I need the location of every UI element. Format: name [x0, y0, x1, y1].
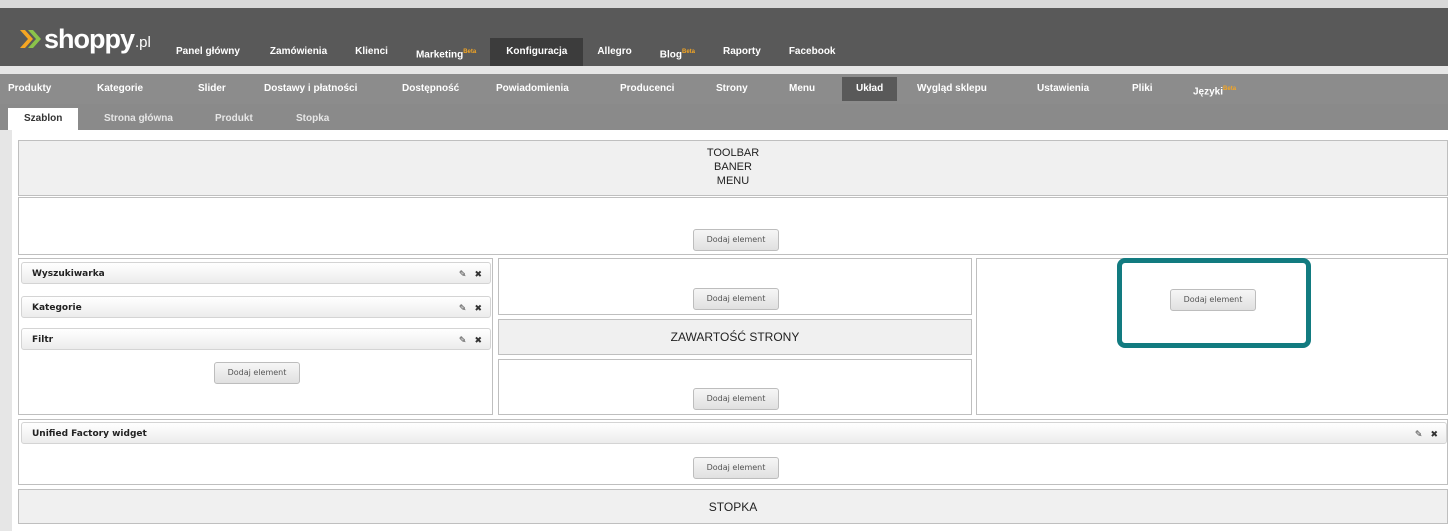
- sub-nav-wyglad-sklepu[interactable]: Wygląd sklepu: [917, 74, 987, 104]
- main-nav: Panel główny Zamówienia Klienci Marketin…: [162, 38, 850, 66]
- main-nav-marketing[interactable]: MarketingBeta: [402, 38, 490, 66]
- main-nav-klienci[interactable]: Klienci: [341, 38, 402, 66]
- page-content-block: ZAWARTOŚĆ STRONY: [498, 319, 972, 355]
- footer-block: STOPKA: [18, 489, 1448, 524]
- main-nav-facebook[interactable]: Facebook: [775, 38, 850, 66]
- center-top-zone: Dodaj element: [498, 258, 972, 315]
- sub-nav-ustawienia[interactable]: Ustawienia: [1037, 74, 1089, 104]
- sub-nav-producenci[interactable]: Producenci: [620, 74, 674, 104]
- tab-strona-glowna[interactable]: Strona główna: [104, 108, 173, 130]
- sub-nav-strony[interactable]: Strony: [716, 74, 748, 104]
- beta-badge: Beta: [682, 49, 696, 55]
- tab-stopka[interactable]: Stopka: [296, 108, 329, 130]
- tab-produkt[interactable]: Produkt: [215, 108, 253, 130]
- add-element-button[interactable]: Dodaj element: [693, 388, 779, 410]
- add-element-button[interactable]: Dodaj element: [693, 457, 779, 479]
- add-element-button[interactable]: Dodaj element: [214, 362, 300, 384]
- sub-nav-uklad[interactable]: Układ: [842, 77, 898, 101]
- pencil-icon[interactable]: ✎: [459, 263, 467, 285]
- beta-badge: Beta: [1223, 86, 1237, 92]
- beta-badge: Beta: [463, 49, 477, 55]
- center-bottom-zone: Dodaj element: [498, 359, 972, 415]
- shoppy-logo[interactable]: shoppy .pl: [20, 24, 151, 54]
- main-nav-raporty[interactable]: Raporty: [709, 38, 775, 66]
- close-icon[interactable]: ✖: [474, 263, 482, 285]
- pencil-icon[interactable]: ✎: [1415, 423, 1423, 445]
- main-nav-panel-glowny[interactable]: Panel główny: [162, 38, 254, 66]
- sub-nav-pliki[interactable]: Pliki: [1132, 74, 1153, 104]
- main-nav-zamowienia[interactable]: Zamówienia: [256, 38, 341, 66]
- main-nav-blog[interactable]: BlogBeta: [646, 38, 709, 66]
- sub-nav-jezyki[interactable]: JęzykiBeta: [1193, 74, 1236, 107]
- left-column: Wyszukiwarka ✎ ✖ Kategorie ✎ ✖ Filtr ✎ ✖ Do…: [18, 258, 493, 415]
- top-drop-zone: Dodaj element: [18, 197, 1448, 255]
- header-block: TOOLBAR BANER MENU: [18, 140, 1448, 196]
- add-element-button[interactable]: Dodaj element: [693, 288, 779, 310]
- widget-unified-factory[interactable]: Unified Factory widget ✎ ✖: [21, 422, 1447, 444]
- main-nav-allegro[interactable]: Allegro: [583, 38, 645, 66]
- pencil-icon[interactable]: ✎: [459, 329, 467, 351]
- sub-navigation-bar: Produkty Kategorie Slider Dostawy i płat…: [0, 74, 1448, 104]
- close-icon[interactable]: ✖: [474, 297, 482, 319]
- layout-tabs: Szablon Strona główna Produkt Stopka: [0, 104, 1448, 132]
- pencil-icon[interactable]: ✎: [459, 297, 467, 319]
- widget-filtr[interactable]: Filtr ✎ ✖: [21, 328, 491, 350]
- sub-nav-dostawy[interactable]: Dostawy i płatności: [264, 74, 357, 104]
- logo-tld: .pl: [135, 33, 151, 51]
- sub-nav-kategorie[interactable]: Kategorie: [97, 74, 143, 104]
- widget-kategorie[interactable]: Kategorie ✎ ✖: [21, 296, 491, 318]
- close-icon[interactable]: ✖: [474, 329, 482, 351]
- widget-wyszukiwarka[interactable]: Wyszukiwarka ✎ ✖: [21, 262, 491, 284]
- add-element-button[interactable]: Dodaj element: [693, 229, 779, 251]
- sub-nav-dostepnosc[interactable]: Dostępność: [402, 74, 459, 104]
- header-block-labels: TOOLBAR BANER MENU: [706, 147, 760, 187]
- sub-nav-powiadomienia[interactable]: Powiadomienia: [496, 74, 569, 104]
- main-nav-konfiguracja[interactable]: Konfiguracja: [490, 38, 584, 66]
- logo-brand: shoppy: [44, 23, 135, 54]
- close-icon[interactable]: ✖: [1430, 423, 1438, 445]
- sub-nav-produkty[interactable]: Produkty: [8, 74, 51, 104]
- highlight-annotation: [1117, 258, 1311, 348]
- chevron-logo-icon: [20, 30, 41, 48]
- left-gutter: [0, 130, 12, 531]
- sub-nav-slider[interactable]: Slider: [198, 74, 226, 104]
- wide-drop-zone: Unified Factory widget ✎ ✖ Dodaj element: [18, 419, 1448, 485]
- sub-nav-menu[interactable]: Menu: [789, 74, 815, 104]
- tab-szablon[interactable]: Szablon: [8, 108, 79, 132]
- top-navigation-bar: shoppy .pl Panel główny Zamówienia Klien…: [0, 0, 1448, 66]
